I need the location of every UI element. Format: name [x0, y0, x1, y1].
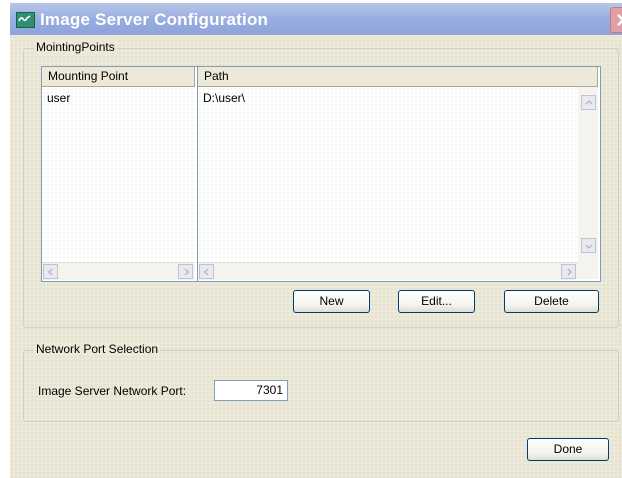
- close-button[interactable]: [610, 7, 622, 33]
- scroll-right-button[interactable]: [178, 264, 193, 279]
- mounting-point-list[interactable]: Mounting Point user: [41, 66, 198, 282]
- column-header-path[interactable]: Path: [198, 67, 598, 87]
- scroll-left-icon: [203, 268, 209, 276]
- scroll-right-icon: [567, 268, 573, 276]
- title-bar[interactable]: Image Server Configuration: [10, 3, 622, 35]
- scroll-up-icon: [585, 99, 593, 105]
- scroll-right-button[interactable]: [561, 264, 576, 279]
- network-port-group-label: Network Port Selection: [34, 342, 161, 356]
- scroll-up-button[interactable]: [581, 95, 596, 110]
- app-logo-icon: [16, 12, 35, 28]
- close-icon: [617, 14, 622, 26]
- dialog-client-area: MointingPoints Mounting Point user Path …: [10, 35, 622, 478]
- scroll-right-icon: [184, 268, 190, 276]
- scroll-left-button[interactable]: [43, 264, 58, 279]
- delete-button[interactable]: Delete: [504, 290, 599, 313]
- scroll-down-button[interactable]: [581, 238, 596, 253]
- path-hscrollbar[interactable]: [198, 262, 578, 280]
- network-port-label: Image Server Network Port:: [38, 384, 187, 398]
- image-server-config-dialog: Image Server Configuration MointingPoint…: [0, 0, 622, 478]
- column-header-mounting-point[interactable]: Mounting Point: [42, 67, 195, 87]
- scroll-left-button[interactable]: [199, 264, 214, 279]
- mounting-point-cell[interactable]: user: [47, 91, 70, 105]
- path-list-body: D:\user\: [198, 87, 578, 261]
- new-button[interactable]: New: [293, 290, 370, 313]
- mounting-point-hscrollbar[interactable]: [42, 262, 195, 280]
- scroll-down-icon: [585, 244, 593, 250]
- path-vscrollbar[interactable]: [578, 87, 598, 279]
- mounting-point-list-body: user: [42, 87, 195, 261]
- path-cell[interactable]: D:\user\: [203, 91, 245, 105]
- path-list[interactable]: Path D:\user\: [197, 66, 601, 282]
- edit-button[interactable]: Edit...: [398, 290, 475, 313]
- mounting-points-group-label: MointingPoints: [34, 40, 117, 54]
- network-port-input[interactable]: 7301: [214, 380, 288, 401]
- scroll-left-icon: [47, 268, 53, 276]
- done-button[interactable]: Done: [527, 438, 609, 461]
- window-title: Image Server Configuration: [40, 10, 269, 29]
